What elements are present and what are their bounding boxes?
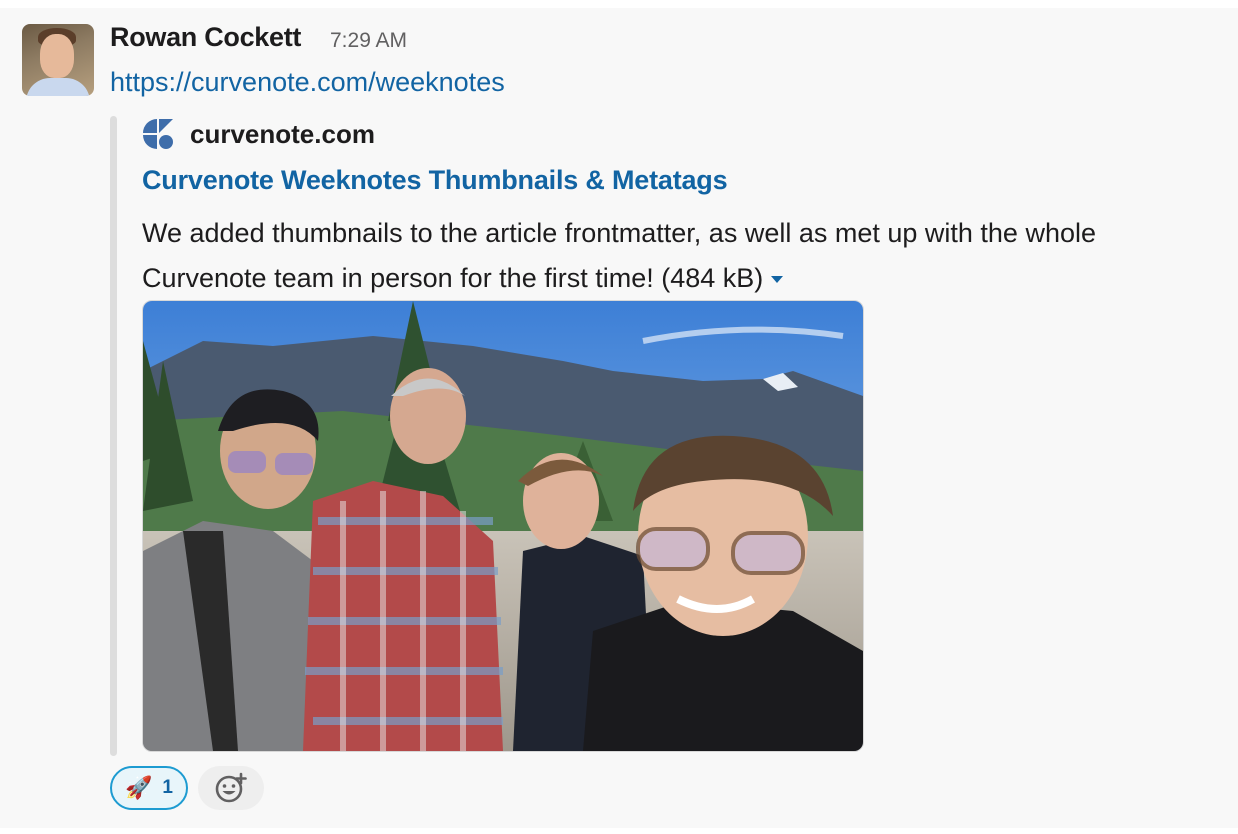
unfurl-title-link[interactable]: Curvenote Weeknotes Thumbnails & Metatag… — [142, 165, 728, 196]
reaction-rocket[interactable]: 🚀 1 — [110, 766, 188, 810]
reaction-count: 1 — [162, 777, 173, 798]
avatar[interactable] — [22, 24, 94, 96]
attachment-bar — [110, 116, 117, 756]
unfurl-description: We added thumbnails to the article front… — [142, 211, 1222, 301]
add-reaction-button[interactable] — [198, 766, 264, 810]
unfurl-site-name: curvenote.com — [190, 118, 375, 149]
unfurl-image[interactable] — [142, 300, 864, 752]
group-photo-mountains — [143, 301, 863, 751]
curvenote-logo-icon — [143, 119, 173, 149]
rocket-emoji-icon: 🚀 — [125, 775, 153, 801]
reactions-row: 🚀 1 — [110, 766, 264, 810]
sender-name[interactable]: Rowan Cockett — [110, 22, 301, 53]
caret-down-icon[interactable] — [771, 276, 784, 284]
message-container: Rowan Cockett 7:29 AM https://curvenote.… — [0, 8, 1238, 828]
unfurl-description-text: We added thumbnails to the article front… — [142, 218, 1096, 293]
unfurl-site-row: curvenote.com — [142, 118, 375, 150]
message-link[interactable]: https://curvenote.com/weeknotes — [110, 67, 505, 98]
message-timestamp[interactable]: 7:29 AM — [330, 29, 407, 53]
add-reaction-icon — [215, 772, 247, 803]
